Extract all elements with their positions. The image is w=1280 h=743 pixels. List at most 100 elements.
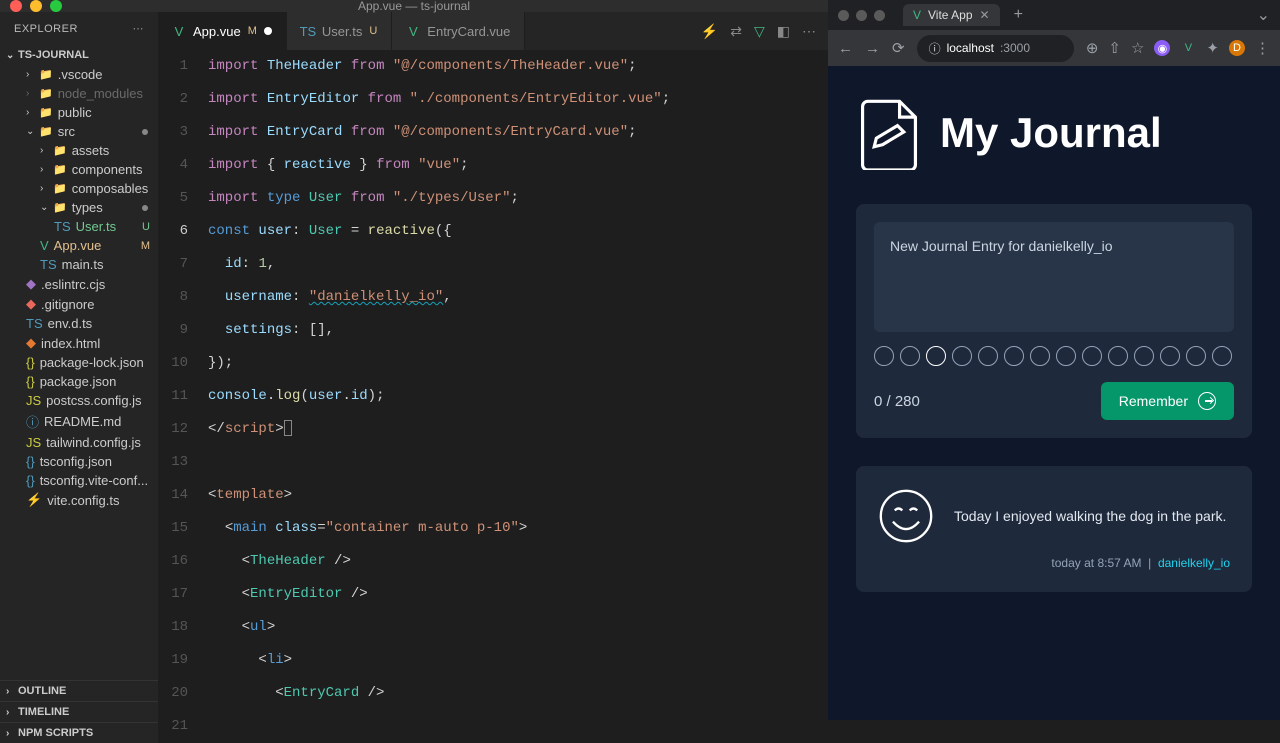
vite-icon[interactable]: ⚡: [701, 23, 718, 40]
emoji-option[interactable]: [874, 346, 894, 366]
bookmark-icon[interactable]: ☆: [1131, 39, 1144, 57]
browser-tab[interactable]: V Vite App ✕: [903, 4, 1000, 26]
more-actions-icon[interactable]: ⋯: [802, 23, 816, 40]
happy-emoji-icon: [878, 488, 934, 544]
explorer-header: EXPLORER ⋯: [0, 12, 158, 45]
folder-composables[interactable]: ›📁composables: [0, 179, 158, 198]
file-app-vue[interactable]: VApp.vueM: [0, 236, 158, 255]
file-postcss[interactable]: JSpostcss.config.js: [0, 391, 158, 410]
file-readme[interactable]: ⓘREADME.md: [0, 410, 158, 433]
file-env-d-ts[interactable]: TSenv.d.ts: [0, 314, 158, 333]
file-tsconfig-vite[interactable]: {}tsconfig.vite-conf...: [0, 471, 158, 490]
file-user-ts[interactable]: TSUser.tsU: [0, 217, 158, 236]
emoji-option[interactable]: [1134, 346, 1154, 366]
url-bar[interactable]: ⓘ localhost:3000: [917, 35, 1074, 62]
browser-minimize-button[interactable]: [856, 10, 867, 21]
folder-assets[interactable]: ›📁assets: [0, 141, 158, 160]
browser-titlebar: V Vite App ✕ + ⌄: [828, 0, 1280, 30]
page-content: My Journal New Journal Entry for danielk…: [828, 66, 1280, 720]
emoji-option[interactable]: [1030, 346, 1050, 366]
file-vite-config[interactable]: ⚡vite.config.ts: [0, 490, 158, 510]
sidebar: EXPLORER ⋯ ⌄ TS-JOURNAL ›📁.vscode ›📁node…: [0, 12, 158, 743]
vue-icon: V: [406, 24, 420, 38]
extension-1-icon[interactable]: ◉: [1154, 40, 1170, 56]
file-index-html[interactable]: ◆index.html: [0, 333, 158, 353]
folder-vscode[interactable]: ›📁.vscode: [0, 65, 158, 84]
forward-button[interactable]: →: [865, 40, 880, 57]
dirty-dot-icon: [264, 27, 272, 35]
entry-editor-card: New Journal Entry for danielkelly_io 0 /…: [856, 204, 1252, 438]
entry-textarea[interactable]: New Journal Entry for danielkelly_io: [874, 222, 1234, 332]
emoji-option[interactable]: [1186, 346, 1206, 366]
tab-app-vue[interactable]: V App.vue M: [158, 12, 287, 50]
browser-maximize-button[interactable]: [874, 10, 885, 21]
folder-node-modules[interactable]: ›📁node_modules: [0, 84, 158, 103]
emoji-option[interactable]: [1056, 346, 1076, 366]
file-main-ts[interactable]: TSmain.ts: [0, 255, 158, 274]
emoji-option[interactable]: [926, 346, 946, 366]
folder-public[interactable]: ›📁public: [0, 103, 158, 122]
project-header[interactable]: ⌄ TS-JOURNAL: [0, 45, 158, 65]
new-tab-button[interactable]: +: [1014, 6, 1023, 24]
emoji-option[interactable]: [952, 346, 972, 366]
profile-icon[interactable]: D: [1229, 40, 1245, 56]
arrow-right-circle-icon: [1198, 392, 1216, 410]
browser-close-button[interactable]: [838, 10, 849, 21]
file-package-lock[interactable]: {}package-lock.json: [0, 353, 158, 372]
extensions-icon[interactable]: ✦: [1206, 39, 1219, 57]
folder-src[interactable]: ⌄📁src: [0, 122, 158, 141]
compare-icon[interactable]: ⇄: [730, 23, 742, 40]
traffic-lights: [10, 0, 62, 12]
emoji-option[interactable]: [1082, 346, 1102, 366]
vscode-body: EXPLORER ⋯ ⌄ TS-JOURNAL ›📁.vscode ›📁node…: [0, 12, 828, 743]
back-button[interactable]: ←: [838, 40, 853, 57]
explorer-more-icon[interactable]: ⋯: [133, 22, 145, 35]
editor-area: V App.vue M TS User.ts U V EntryCard.vue…: [158, 12, 828, 743]
file-package-json[interactable]: {}package.json: [0, 372, 158, 391]
tab-bar: V App.vue M TS User.ts U V EntryCard.vue…: [158, 12, 828, 50]
timeline-section[interactable]: ›TIMELINE: [0, 701, 158, 722]
remember-button[interactable]: Remember: [1101, 382, 1234, 420]
file-eslintrc[interactable]: ◆.eslintrc.cjs: [0, 274, 158, 294]
share-icon[interactable]: ⇧: [1108, 39, 1121, 57]
site-info-icon[interactable]: ⓘ: [929, 40, 941, 57]
code-content[interactable]: import TheHeader from "@/components/TheH…: [208, 50, 828, 743]
close-window-button[interactable]: [10, 0, 22, 12]
browser-menu-icon[interactable]: ⋮: [1255, 39, 1270, 57]
minimize-window-button[interactable]: [30, 0, 42, 12]
editor-actions: ⚡ ⇄ ▽ ◧ ⋯: [701, 12, 828, 50]
journal-title: My Journal: [940, 109, 1162, 157]
emoji-option[interactable]: [1212, 346, 1232, 366]
folder-components[interactable]: ›📁components: [0, 160, 158, 179]
vue-devtools-icon[interactable]: ▽: [754, 23, 765, 40]
entry-user-link[interactable]: danielkelly_io: [1158, 556, 1230, 570]
file-gitignore[interactable]: ◆.gitignore: [0, 294, 158, 314]
file-tsconfig[interactable]: {}tsconfig.json: [0, 452, 158, 471]
emoji-option[interactable]: [1108, 346, 1128, 366]
vite-favicon-icon: V: [913, 8, 921, 22]
tab-user-ts[interactable]: TS User.ts U: [287, 12, 392, 50]
npm-scripts-section[interactable]: ›NPM SCRIPTS: [0, 722, 158, 743]
zoom-icon[interactable]: ⊕: [1086, 39, 1099, 57]
vue-icon: V: [172, 24, 186, 38]
emoji-picker: [874, 346, 1234, 366]
file-tailwind[interactable]: JStailwind.config.js: [0, 433, 158, 452]
emoji-option[interactable]: [900, 346, 920, 366]
outline-section[interactable]: ›OUTLINE: [0, 680, 158, 701]
split-editor-icon[interactable]: ◧: [777, 23, 790, 40]
reload-button[interactable]: ⟳: [892, 39, 905, 57]
tab-close-icon[interactable]: ✕: [980, 8, 990, 22]
vue-devtools-ext-icon[interactable]: V: [1180, 40, 1196, 56]
emoji-option[interactable]: [1004, 346, 1024, 366]
maximize-window-button[interactable]: [50, 0, 62, 12]
tabs-overflow-icon[interactable]: ⌄: [1257, 5, 1270, 25]
entry-meta: today at 8:57 AM | danielkelly_io: [878, 556, 1230, 570]
browser-toolbar: ← → ⟳ ⓘ localhost:3000 ⊕ ⇧ ☆ ◉ V ✦ D ⋮: [828, 30, 1280, 66]
folder-types[interactable]: ⌄📁types: [0, 198, 158, 217]
emoji-option[interactable]: [1160, 346, 1180, 366]
tab-entrycard-vue[interactable]: V EntryCard.vue: [392, 12, 525, 50]
emoji-option[interactable]: [978, 346, 998, 366]
project-name: TS-JOURNAL: [18, 49, 89, 61]
code-editor[interactable]: 123456789101112131415161718192021 import…: [158, 50, 828, 743]
modified-dot-icon: [142, 205, 148, 211]
